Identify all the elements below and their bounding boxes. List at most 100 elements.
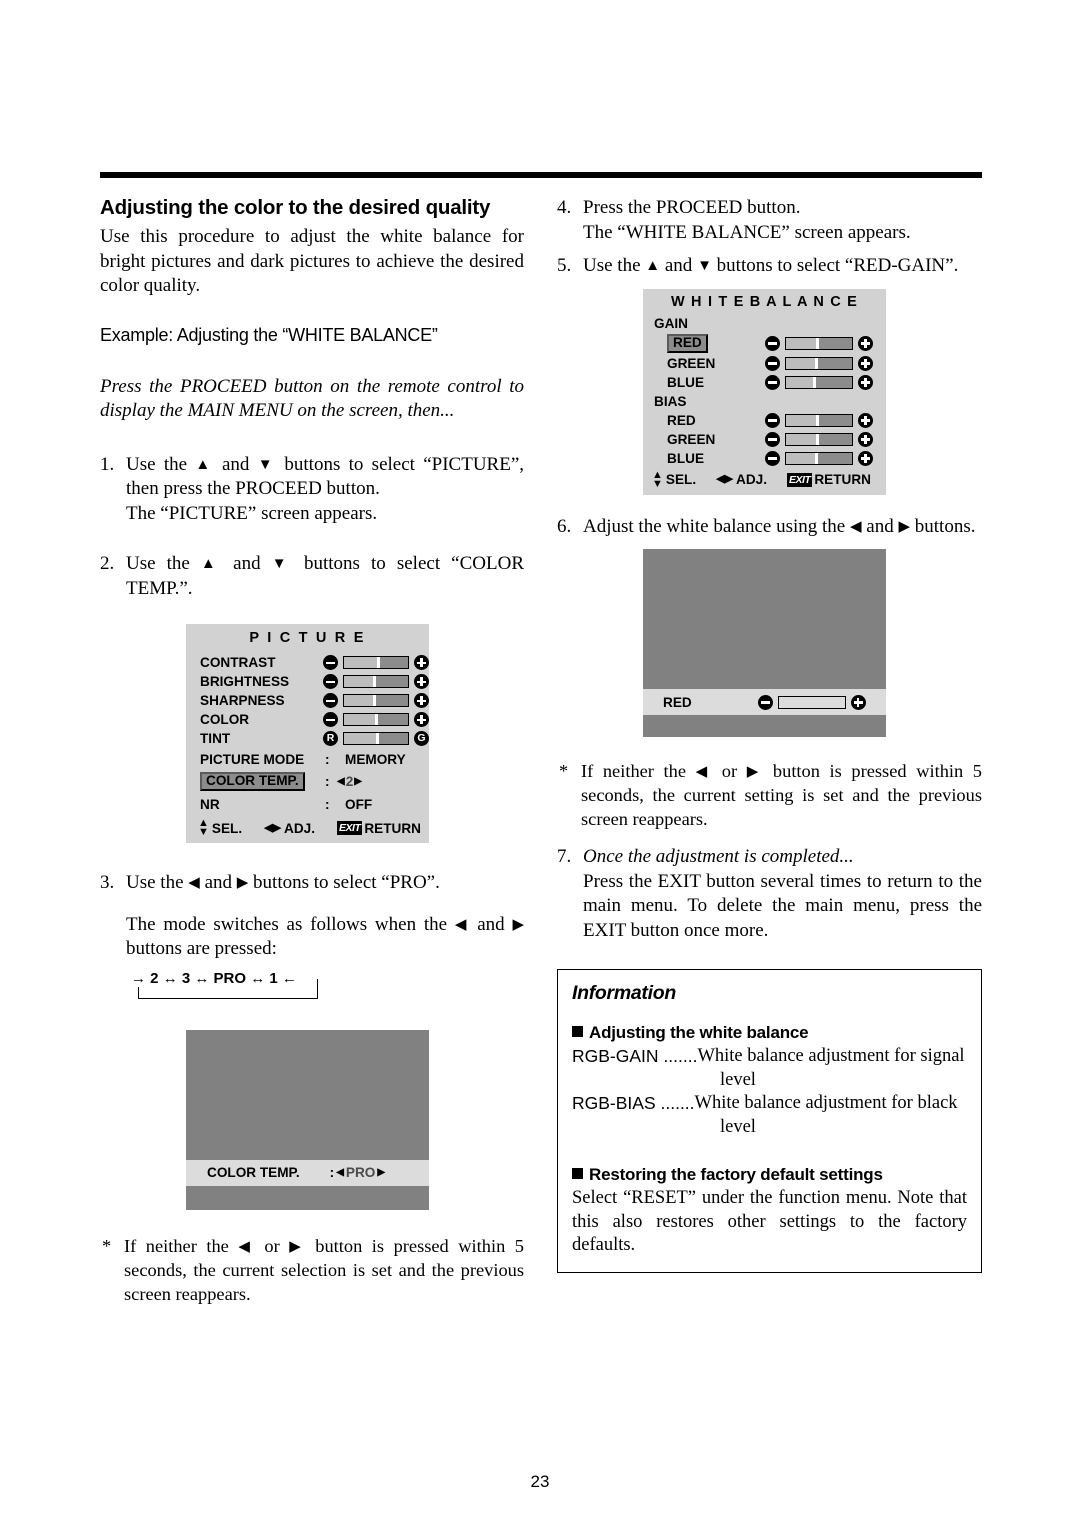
white-balance-row-gain-green[interactable]: GREEN <box>643 354 886 373</box>
slider-track[interactable] <box>777 695 846 709</box>
step-5-a: Use the <box>583 255 646 276</box>
slider-track[interactable] <box>343 732 409 745</box>
step-7-italic: Once the adjustment is completed... <box>583 846 854 867</box>
plus-icon[interactable] <box>414 693 429 708</box>
color-slider[interactable] <box>323 712 429 727</box>
picture-menu: P I C T U R E CONTRAST BRIGHTNESS SHARPN… <box>186 624 429 843</box>
picture-row-tint[interactable]: TINT R G <box>186 729 429 748</box>
picture-row-colon: : <box>325 751 330 767</box>
slider-track[interactable] <box>785 336 853 350</box>
picture-row-brightness[interactable]: BRIGHTNESS <box>186 672 429 691</box>
picture-row-contrast[interactable]: CONTRAST <box>186 653 429 672</box>
minus-icon[interactable] <box>765 335 780 351</box>
white-balance-row-gain-blue[interactable]: BLUE <box>643 373 886 392</box>
white-balance-menu-title: W H I T E B A L A N C E <box>670 293 859 310</box>
white-balance-row-label: RED <box>667 412 696 428</box>
gain-blue-slider[interactable] <box>765 374 873 390</box>
picture-row-color-temp[interactable]: COLOR TEMP. : ◀ 2 ▶ <box>186 770 429 793</box>
contrast-slider[interactable] <box>323 655 429 670</box>
down-arrow-icon: ▼ <box>271 556 293 572</box>
red-osd-bar[interactable]: RED <box>643 689 886 715</box>
up-down-arrow-icon: ▲ ▼ <box>652 468 663 490</box>
minus-icon[interactable] <box>323 655 338 670</box>
minus-icon[interactable] <box>765 374 780 390</box>
green-tint-icon[interactable]: G <box>414 731 429 746</box>
sharpness-slider[interactable] <box>323 693 429 708</box>
information-title: Information <box>572 982 676 1004</box>
step-4-number: 4. <box>557 197 572 218</box>
minus-icon[interactable] <box>765 431 780 447</box>
plus-icon[interactable] <box>858 335 873 351</box>
picture-mode-value: MEMORY <box>345 751 406 767</box>
plus-icon[interactable] <box>414 712 429 727</box>
cycle-sep: ↔ <box>162 969 178 987</box>
bias-green-slider[interactable] <box>765 431 873 447</box>
picture-row-sharpness[interactable]: SHARPNESS <box>186 691 429 710</box>
information-section-2-body: Select “RESET” under the function menu. … <box>572 1188 967 1255</box>
exit-button[interactable]: EXIT <box>787 472 813 487</box>
white-balance-row-label: BLUE <box>667 450 705 466</box>
left-arrow-icon[interactable]: ◀ <box>337 776 345 787</box>
bias-red-slider[interactable] <box>765 412 873 428</box>
picture-row-label: BRIGHTNESS <box>200 674 290 689</box>
down-arrow-icon: ▼ <box>257 456 277 473</box>
gain-red-slider[interactable] <box>765 335 873 351</box>
slider-track[interactable] <box>785 432 853 446</box>
minus-icon[interactable] <box>323 674 338 689</box>
gain-green-slider[interactable] <box>765 355 873 371</box>
plus-icon[interactable] <box>858 412 873 428</box>
tint-slider[interactable]: R G <box>323 731 429 746</box>
slider-track[interactable] <box>343 694 409 707</box>
bias-blue-slider[interactable] <box>765 450 873 466</box>
plus-icon[interactable] <box>858 374 873 390</box>
white-balance-row-bias-blue[interactable]: BLUE <box>643 449 886 468</box>
information-section-1-text: Adjusting the white balance <box>589 1023 809 1042</box>
minus-icon[interactable] <box>765 412 780 428</box>
picture-row-picture-mode[interactable]: PICTURE MODE : MEMORY <box>186 748 429 770</box>
picture-row-color[interactable]: COLOR <box>186 710 429 729</box>
minus-icon[interactable] <box>765 355 780 371</box>
white-balance-row-gain-red[interactable]: RED <box>643 333 886 354</box>
white-balance-row-bias-green[interactable]: GREEN <box>643 430 886 449</box>
step-6-a: Adjust the white balance using the <box>583 515 850 537</box>
definition-rgb-bias-cont: level <box>720 1116 756 1137</box>
plus-icon[interactable] <box>858 355 873 371</box>
plus-icon[interactable] <box>850 694 866 710</box>
left-footnote-a: If neither the <box>124 1235 239 1256</box>
minus-icon[interactable] <box>765 450 780 466</box>
right-arrow-icon[interactable]: ▶ <box>377 1167 385 1178</box>
red-tint-icon[interactable]: R <box>323 731 338 746</box>
brightness-slider[interactable] <box>323 674 429 689</box>
minus-icon[interactable] <box>323 712 338 727</box>
picture-row-nr[interactable]: NR : OFF <box>186 793 429 815</box>
footnote-star: * <box>559 761 569 781</box>
slider-track[interactable] <box>343 656 409 669</box>
plus-icon[interactable] <box>414 655 429 670</box>
plus-icon[interactable] <box>414 674 429 689</box>
plus-icon[interactable] <box>858 431 873 447</box>
minus-icon[interactable] <box>757 694 773 710</box>
exit-button[interactable]: EXIT <box>337 821 363 835</box>
slider-track[interactable] <box>343 713 409 726</box>
slider-track[interactable] <box>785 451 853 465</box>
slider-track[interactable] <box>785 413 853 427</box>
right-arrow-icon: ▶ <box>512 916 524 933</box>
step-2-text-b: and <box>222 553 272 574</box>
gain-red-label-wrap: RED <box>667 333 765 353</box>
up-arrow-icon: ▲ <box>195 456 214 473</box>
plus-icon[interactable] <box>858 450 873 466</box>
left-arrow-icon: ◀ <box>850 518 862 535</box>
cycle-arrow-out: ← <box>281 969 297 987</box>
definition-term: RGB-GAIN ....... <box>572 1046 698 1066</box>
right-arrow-icon[interactable]: ▶ <box>354 776 362 787</box>
minus-icon[interactable] <box>323 693 338 708</box>
left-arrow-icon[interactable]: ◀ <box>336 1167 344 1178</box>
picture-row-label: NR <box>200 796 220 812</box>
color-temp-osd-bar[interactable]: COLOR TEMP. : ◀ PRO ▶ <box>186 1159 429 1186</box>
slider-track[interactable] <box>785 356 853 370</box>
red-screen-slider[interactable] <box>757 694 866 710</box>
white-balance-row-bias-red[interactable]: RED <box>643 411 886 430</box>
wb-footer-adj: ADJ. <box>736 472 768 487</box>
slider-track[interactable] <box>343 675 409 688</box>
slider-track[interactable] <box>785 375 853 389</box>
